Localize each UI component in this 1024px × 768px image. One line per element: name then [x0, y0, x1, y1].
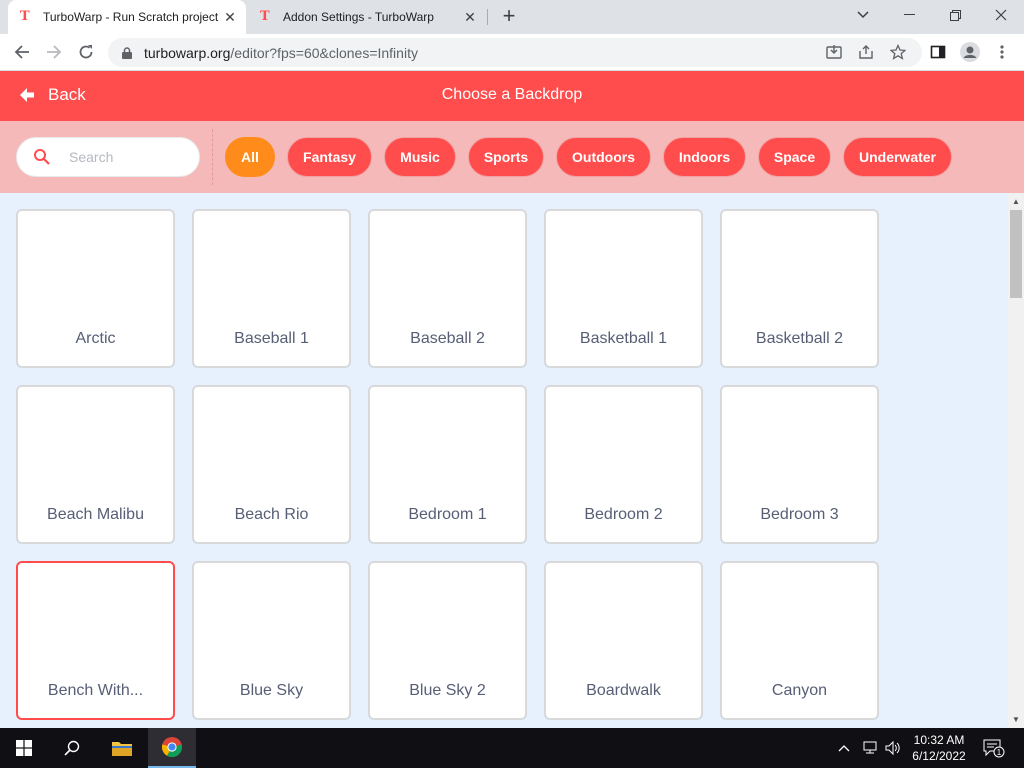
close-window-button[interactable] [978, 0, 1024, 30]
backdrop-card-bedroom-1[interactable]: Bedroom 1 [368, 385, 527, 544]
backdrop-name: Beach Malibu [47, 506, 144, 523]
browser-toolbar: turbowarp.org/editor?fps=60&clones=Infin… [0, 34, 1024, 71]
tag-outdoors[interactable]: Outdoors [556, 137, 651, 177]
backdrop-card-bedroom-3[interactable]: Bedroom 3 [720, 385, 879, 544]
backdrop-name: Bench With... [47, 682, 144, 699]
address-bar[interactable]: turbowarp.org/editor?fps=60&clones=Infin… [108, 38, 922, 67]
bookmark-star-icon[interactable] [885, 39, 911, 65]
taskbar-search-icon[interactable] [48, 728, 96, 768]
tab-separator [487, 9, 488, 25]
url-text: turbowarp.org/editor?fps=60&clones=Infin… [144, 44, 418, 61]
browser-tab-strip: T TurboWarp - Run Scratch project ✕ T Ad… [0, 0, 1024, 34]
backdrop-card-baseball-2[interactable]: Baseball 2 [368, 209, 527, 368]
tag-space[interactable]: Space [758, 137, 831, 177]
scroll-up-arrow-icon[interactable]: ▲ [1012, 197, 1020, 206]
backdrop-card-arctic[interactable]: Arctic [16, 209, 175, 368]
backdrop-name: Bedroom 2 [584, 506, 663, 523]
clock-date: 6/12/2022 [912, 749, 966, 763]
taskbar-clock[interactable]: 10:32 AM 6/12/2022 [904, 732, 974, 764]
forward-arrow-icon[interactable] [41, 39, 67, 65]
backdrop-name: Blue Sky [239, 682, 304, 699]
reload-icon[interactable] [73, 39, 99, 65]
backdrop-name: Beach Rio [234, 506, 309, 523]
notification-count: 1 [997, 748, 1002, 757]
tag-all[interactable]: All [225, 137, 275, 177]
backdrop-name: Arctic [75, 330, 116, 347]
backdrop-card-bench-with[interactable]: Bench With... [16, 561, 175, 720]
backdrop-card-beach-rio[interactable]: Beach Rio [192, 385, 351, 544]
new-tab-button[interactable]: + [498, 5, 520, 28]
backdrop-card-blue-sky-2[interactable]: Blue Sky 2 [368, 561, 527, 720]
backdrop-card-bedroom-2[interactable]: Bedroom 2 [544, 385, 703, 544]
filter-divider [212, 129, 213, 185]
backdrop-card-baseball-1[interactable]: Baseball 1 [192, 209, 351, 368]
network-icon[interactable] [862, 728, 878, 768]
profile-avatar-icon[interactable] [957, 39, 983, 65]
search-icon [34, 149, 50, 165]
backdrop-card-beach-malibu[interactable]: Beach Malibu [16, 385, 175, 544]
minimize-button[interactable] [886, 0, 932, 30]
backdrop-card-basketball-2[interactable]: Basketball 2 [720, 209, 879, 368]
backdrop-card-boardwalk[interactable]: Boardwalk [544, 561, 703, 720]
install-app-icon[interactable] [821, 39, 847, 65]
tab-close-icon[interactable]: ✕ [220, 9, 240, 26]
tag-sports[interactable]: Sports [468, 137, 544, 177]
start-windows-icon[interactable] [0, 728, 48, 768]
backdrop-name: Canyon [771, 682, 828, 699]
side-panel-icon[interactable] [925, 39, 951, 65]
search-box[interactable] [16, 137, 200, 177]
vertical-scrollbar[interactable]: ▲ ▼ [1008, 193, 1024, 728]
tab-title: TurboWarp - Run Scratch project [43, 10, 219, 24]
show-hidden-icons-chevron-icon[interactable] [838, 728, 850, 768]
backdrop-name: Bedroom 3 [760, 506, 839, 523]
backdrop-name: Basketball 2 [755, 330, 844, 347]
volume-icon[interactable] [885, 728, 901, 768]
scroll-down-arrow-icon[interactable]: ▼ [1012, 715, 1020, 724]
backdrop-card-basketball-1[interactable]: Basketball 1 [544, 209, 703, 368]
tag-underwater[interactable]: Underwater [843, 137, 952, 177]
turbowarp-favicon-icon: T [20, 9, 30, 24]
backdrop-name: Baseball 1 [234, 330, 309, 347]
search-input[interactable] [69, 149, 189, 165]
share-icon[interactable] [853, 39, 879, 65]
scrollbar-thumb[interactable] [1010, 210, 1022, 298]
clock-time: 10:32 AM [913, 733, 965, 747]
backdrop-card-blue-sky[interactable]: Blue Sky [192, 561, 351, 720]
tag-indoors[interactable]: Indoors [663, 137, 746, 177]
filter-bar: All Fantasy Music Sports Outdoors Indoor… [0, 121, 1024, 193]
tab-title: Addon Settings - TurboWarp [283, 10, 434, 24]
backdrop-grid: Arctic Baseball 1 Baseball 2 Basketball … [0, 193, 1008, 728]
library-title: Choose a Backdrop [441, 86, 583, 103]
tag-fantasy[interactable]: Fantasy [287, 137, 372, 177]
notifications-icon[interactable]: 1 [983, 728, 1005, 768]
windows-taskbar: 10:32 AM 6/12/2022 1 [0, 728, 1024, 768]
restore-button[interactable] [932, 0, 978, 30]
backdrop-name: Blue Sky 2 [409, 682, 486, 699]
chrome-taskbar-icon[interactable] [148, 728, 196, 768]
backdrop-name: Baseball 2 [410, 330, 485, 347]
browser-tab-turbowarp[interactable]: T TurboWarp - Run Scratch project ✕ [8, 0, 246, 34]
library-header: Back Choose a Backdrop [0, 71, 1024, 121]
backdrop-name: Boardwalk [586, 682, 661, 699]
tab-close-icon[interactable]: ✕ [460, 9, 480, 26]
tag-music[interactable]: Music [384, 137, 456, 177]
browser-tab-addon-settings[interactable]: T Addon Settings - TurboWarp ✕ [252, 0, 486, 34]
turbowarp-favicon-icon: T [260, 9, 270, 24]
backdrop-name: Basketball 1 [579, 330, 668, 347]
back-arrow-icon[interactable] [9, 39, 35, 65]
backdrop-card-canyon[interactable]: Canyon [720, 561, 879, 720]
file-explorer-icon[interactable] [98, 728, 146, 768]
lock-icon[interactable] [120, 46, 134, 59]
tab-search-chevron-icon[interactable] [840, 0, 886, 30]
backdrop-name: Bedroom 1 [408, 506, 487, 523]
more-menu-icon[interactable] [989, 39, 1015, 65]
